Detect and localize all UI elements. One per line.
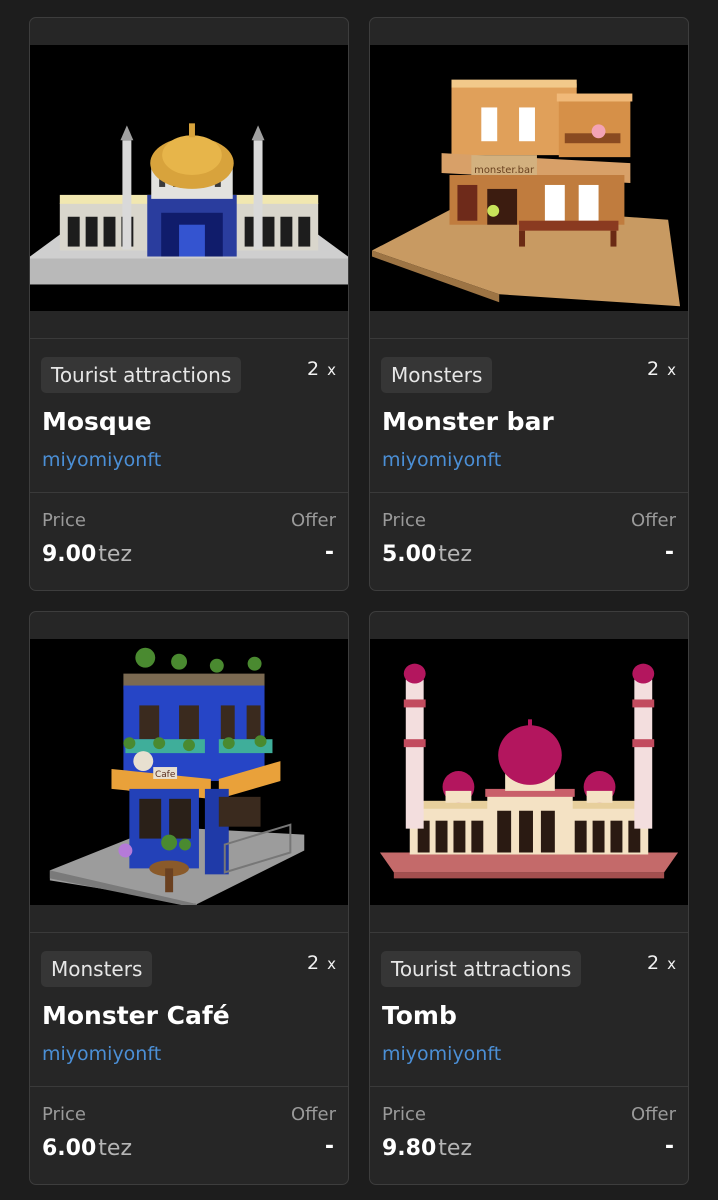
quantity-suffix: x [327,955,336,973]
media-separator [370,932,688,933]
nft-card[interactable]: Tourist attractions 2x Mosque miyomiyonf… [29,17,349,591]
category-badge[interactable]: Monsters [41,951,153,987]
nft-card[interactable]: monster.bar Monsters 2x Monster bar miyo… [369,17,689,591]
media-separator [30,932,348,933]
monster-bar-render: monster.bar [370,45,688,311]
offer-value: - [664,540,674,565]
quantity-suffix: x [327,361,336,379]
price-amount: 9.00 [42,542,97,567]
mosque-render [30,45,348,311]
media-separator [30,338,348,339]
nft-image-monster-bar[interactable]: monster.bar [370,45,688,311]
tomb-render [370,639,688,905]
divider [30,492,348,493]
price-value: 9.00tez [42,542,132,567]
cafe-sign-text: Cafe [155,770,176,780]
category-badge[interactable]: Tourist attractions [41,357,242,393]
offer-label: Offer [290,1104,336,1125]
price-value: 5.00tez [382,542,472,567]
media-separator [370,338,688,339]
quantity-value: 2 [647,358,660,380]
bar-sign-text: monster.bar [474,165,535,176]
nft-image-monster-cafe[interactable]: Cafe [30,639,348,905]
edition-quantity: 2x [647,358,676,380]
price-amount: 6.00 [42,1136,97,1161]
offer-value: - [324,1134,334,1159]
price-amount: 5.00 [382,542,437,567]
offer-label: Offer [630,510,676,531]
price-label: Price [42,510,86,531]
nft-card[interactable]: Tourist attractions 2x Tomb miyomiyonft … [369,611,689,1185]
nft-title[interactable]: Mosque [42,407,152,436]
quantity-suffix: x [667,361,676,379]
divider [30,1086,348,1087]
quantity-value: 2 [647,952,660,974]
price-value: 6.00tez [42,1136,132,1161]
category-badge[interactable]: Monsters [381,357,493,393]
price-currency: tez [98,542,132,567]
price-value: 9.80tez [382,1136,472,1161]
edition-quantity: 2x [307,358,336,380]
offer-label: Offer [290,510,336,531]
edition-quantity: 2x [307,952,336,974]
divider [370,492,688,493]
category-badge[interactable]: Tourist attractions [381,951,582,987]
edition-quantity: 2x [647,952,676,974]
nft-title[interactable]: Tomb [382,1001,457,1030]
quantity-value: 2 [307,358,320,380]
nft-title[interactable]: Monster Café [42,1001,230,1030]
price-label: Price [382,510,426,531]
offer-label: Offer [630,1104,676,1125]
price-currency: tez [438,1136,472,1161]
quantity-value: 2 [307,952,320,974]
offer-value: - [324,540,334,565]
quantity-suffix: x [667,955,676,973]
divider [370,1086,688,1087]
price-label: Price [42,1104,86,1125]
offer-value: - [664,1134,674,1159]
artist-link[interactable]: miyomiyonft [42,1043,161,1065]
nft-image-mosque[interactable] [30,45,348,311]
nft-image-tomb[interactable] [370,639,688,905]
artist-link[interactable]: miyomiyonft [42,449,161,471]
price-label: Price [382,1104,426,1125]
monster-cafe-render: Cafe [30,639,348,905]
nft-title[interactable]: Monster bar [382,407,554,436]
price-amount: 9.80 [382,1136,437,1161]
price-currency: tez [438,542,472,567]
artist-link[interactable]: miyomiyonft [382,1043,501,1065]
price-currency: tez [98,1136,132,1161]
artist-link[interactable]: miyomiyonft [382,449,501,471]
nft-card[interactable]: Cafe Monsters 2x Monster Café miyomiyonf… [29,611,349,1185]
